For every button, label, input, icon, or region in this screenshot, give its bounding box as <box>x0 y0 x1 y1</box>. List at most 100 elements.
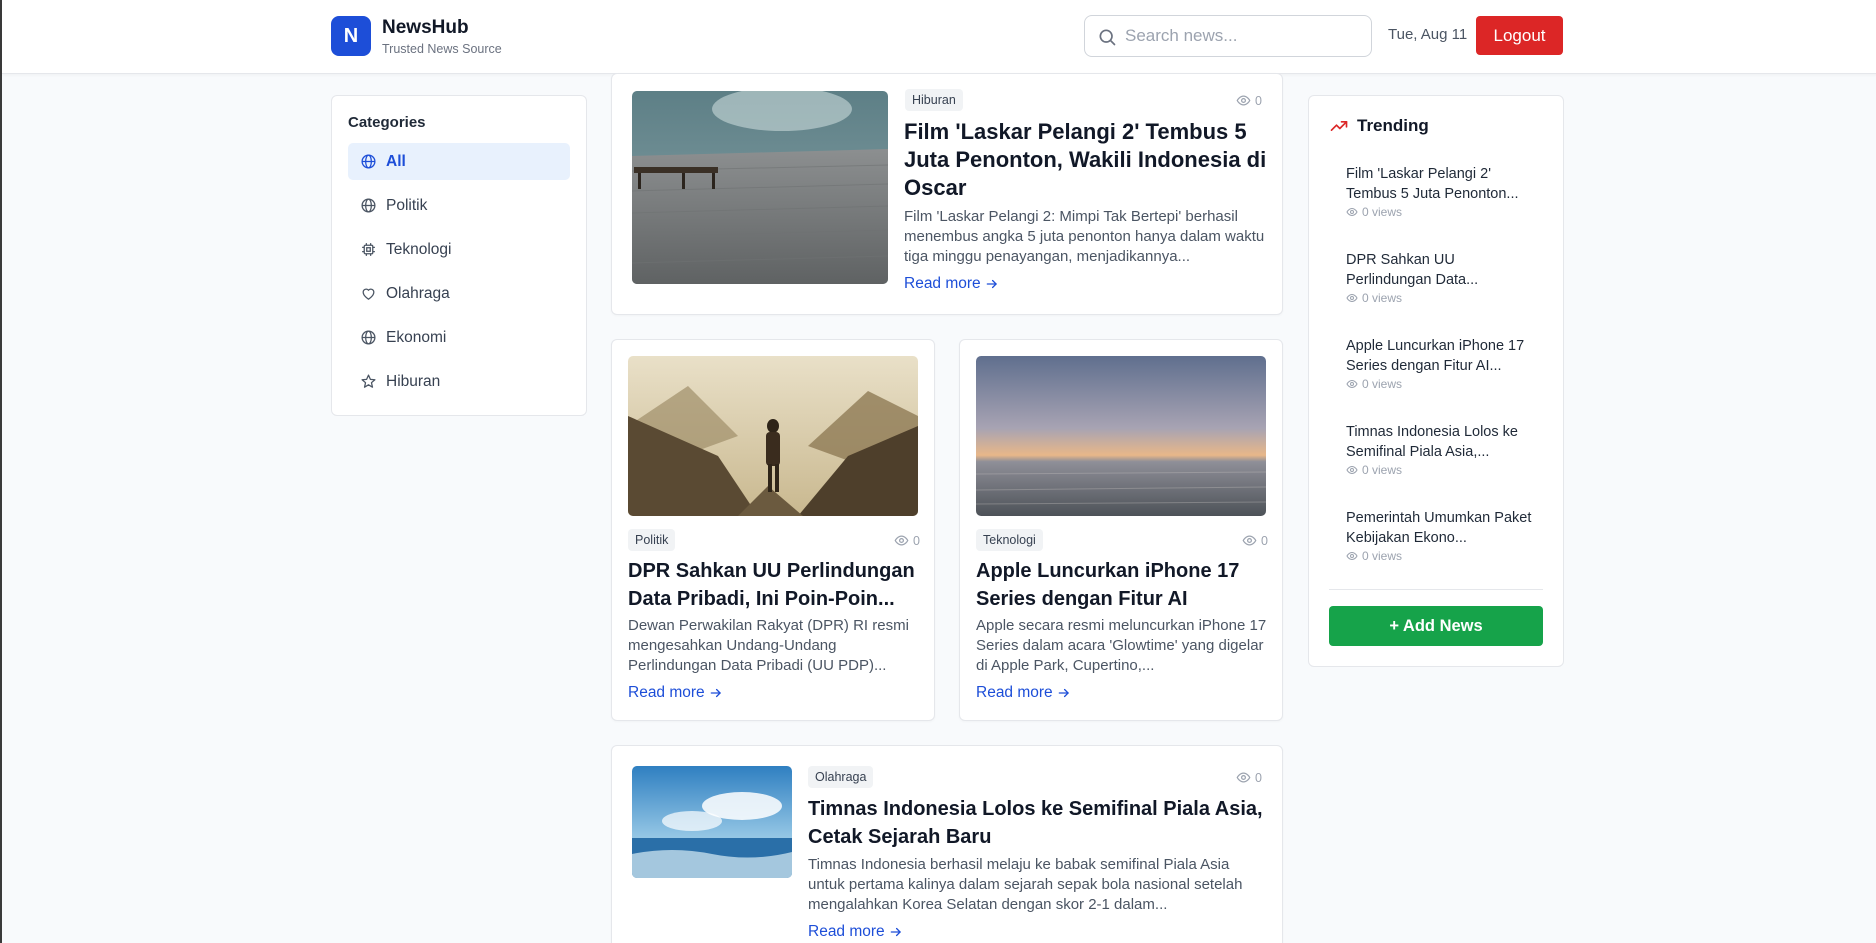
eye-icon <box>1346 293 1358 303</box>
current-date: Tue, Aug 11 <box>1388 26 1468 43</box>
view-count-value: 0 <box>913 533 920 548</box>
trending-title: Trending <box>1357 116 1429 135</box>
category-badge: Hiburan <box>905 89 963 111</box>
trending-item[interactable]: Timnas Indonesia Lolos ke Semifinal Pial… <box>1346 422 1536 477</box>
add-news-button[interactable]: + Add News <box>1329 606 1543 646</box>
arrow-right-icon <box>1058 688 1069 698</box>
article-image-pier[interactable] <box>632 91 888 284</box>
cpu-icon <box>362 243 375 256</box>
trending-views-value: 0 views <box>1362 291 1403 305</box>
trending-views-value: 0 views <box>1362 549 1403 563</box>
view-count-value: 0 <box>1255 93 1262 108</box>
category-item-all[interactable]: All <box>348 143 570 180</box>
article-card[interactable]: Teknologi 0 Apple Luncurkan iPhone 17 Se… <box>959 339 1283 721</box>
eye-icon <box>894 535 909 546</box>
logout-button[interactable]: Logout <box>1476 16 1563 55</box>
trending-item-title: Pemerintah Umumkan Paket Kebijakan Ekono… <box>1346 510 1532 546</box>
brand-name[interactable]: NewsHub <box>382 17 469 39</box>
trending-header: Trending <box>1329 116 1429 136</box>
article-image-beach[interactable] <box>632 766 792 878</box>
article-image-sunset-sea[interactable] <box>976 356 1266 516</box>
heart-icon <box>362 288 375 300</box>
category-badge: Olahraga <box>808 766 874 788</box>
article-excerpt: Apple secara resmi meluncurkan iPhone 17… <box>976 617 1267 674</box>
logo-letter: N <box>343 24 359 47</box>
eye-icon <box>1346 207 1358 217</box>
trending-item[interactable]: Apple Luncurkan iPhone 17 Series dengan … <box>1346 336 1536 391</box>
categories-title: Categories <box>348 114 426 131</box>
article-card[interactable]: Olahraga 0 Timnas Indonesia Lolos ke Sem… <box>611 745 1283 943</box>
article-title[interactable]: DPR Sahkan UU Perlindungan Data Pribadi,… <box>628 557 920 613</box>
trending-item[interactable]: Pemerintah Umumkan Paket Kebijakan Ekono… <box>1346 508 1536 563</box>
article-title[interactable]: Timnas Indonesia Lolos ke Semifinal Pial… <box>808 795 1268 851</box>
eye-icon <box>1242 535 1257 546</box>
read-more-label: Read more <box>904 275 981 292</box>
category-item-teknologi[interactable]: Teknologi <box>348 231 570 268</box>
read-more-label: Read more <box>976 684 1053 701</box>
arrow-right-icon <box>986 279 997 289</box>
category-item-ekonomi[interactable]: Ekonomi <box>348 319 570 356</box>
eye-icon <box>1236 772 1251 783</box>
category-label: Politik <box>386 196 428 214</box>
divider <box>1329 589 1543 590</box>
article-card[interactable]: Politik 0 DPR Sahkan UU Perlindungan Dat… <box>611 339 935 721</box>
trending-views-value: 0 views <box>1362 463 1403 477</box>
top-navbar: N NewsHub Trusted News Source Tue, Aug 1… <box>2 0 1876 74</box>
view-count: 0 <box>1236 93 1262 108</box>
category-badge: Politik <box>628 529 676 551</box>
article-excerpt: Timnas Indonesia berhasil melaju ke baba… <box>808 856 1243 913</box>
category-label: All <box>386 152 406 170</box>
category-label: Ekonomi <box>386 328 447 346</box>
view-count: 0 <box>1236 770 1262 785</box>
article-card[interactable]: Hiburan 0 Film 'Laskar Pelangi 2' Tembus… <box>611 73 1283 315</box>
article-excerpt: Dewan Perwakilan Rakyat (DPR) RI resmi m… <box>628 617 909 674</box>
article-excerpt: Film 'Laskar Pelangi 2: Mimpi Tak Bertep… <box>904 208 1265 265</box>
view-count: 0 <box>1242 533 1268 548</box>
category-item-olahraga[interactable]: Olahraga <box>348 275 570 312</box>
read-more-link[interactable]: Read more <box>808 923 903 941</box>
eye-icon <box>1236 95 1251 106</box>
globe-icon <box>361 154 376 169</box>
view-count-value: 0 <box>1261 533 1268 548</box>
search-input[interactable] <box>1125 16 1365 56</box>
search-icon <box>1099 29 1116 46</box>
trending-up-icon <box>1330 121 1348 131</box>
trending-item-title: Apple Luncurkan iPhone 17 Series dengan … <box>1346 338 1525 374</box>
category-badge: Teknologi <box>976 529 1043 551</box>
article-image-hiker[interactable] <box>628 356 918 516</box>
read-more-link[interactable]: Read more <box>904 275 999 293</box>
read-more-link[interactable]: Read more <box>976 684 1071 702</box>
globe-icon <box>361 198 376 213</box>
category-label: Hiburan <box>386 372 441 390</box>
eye-icon <box>1346 465 1358 475</box>
read-more-label: Read more <box>628 684 705 701</box>
search-box[interactable] <box>1084 15 1372 57</box>
star-icon <box>361 374 376 388</box>
trending-item-views: 0 views <box>1346 291 1536 305</box>
view-count: 0 <box>894 533 920 548</box>
trending-item-views: 0 views <box>1346 205 1536 219</box>
trending-views-value: 0 views <box>1362 377 1403 391</box>
trending-item[interactable]: Film 'Laskar Pelangi 2' Tembus 5 Juta Pe… <box>1346 164 1536 219</box>
article-title[interactable]: Film 'Laskar Pelangi 2' Tembus 5 Juta Pe… <box>904 118 1269 202</box>
eye-icon <box>1346 551 1358 561</box>
trending-item-views: 0 views <box>1346 463 1536 477</box>
eye-icon <box>1346 379 1358 389</box>
trending-item-title: Film 'Laskar Pelangi 2' Tembus 5 Juta Pe… <box>1346 166 1519 202</box>
trending-item[interactable]: DPR Sahkan UU Perlindungan Data... 0 vie… <box>1346 250 1536 305</box>
trending-views-value: 0 views <box>1362 205 1403 219</box>
read-more-link[interactable]: Read more <box>628 684 723 702</box>
brand-tagline: Trusted News Source <box>382 42 502 56</box>
globe-icon <box>361 330 376 345</box>
article-title[interactable]: Apple Luncurkan iPhone 17 Series dengan … <box>976 557 1268 613</box>
trending-item-title: DPR Sahkan UU Perlindungan Data... <box>1346 252 1479 288</box>
arrow-right-icon <box>890 927 901 937</box>
category-item-hiburan[interactable]: Hiburan <box>348 363 570 400</box>
category-item-politik[interactable]: Politik <box>348 187 570 224</box>
trending-panel: Trending Film 'Laskar Pelangi 2' Tembus … <box>1308 95 1564 667</box>
trending-item-views: 0 views <box>1346 377 1536 391</box>
category-label: Teknologi <box>386 240 452 258</box>
logo[interactable]: N <box>331 16 371 56</box>
categories-panel: Categories All Politik Teknologi Olahrag… <box>331 95 587 416</box>
view-count-value: 0 <box>1255 770 1262 785</box>
